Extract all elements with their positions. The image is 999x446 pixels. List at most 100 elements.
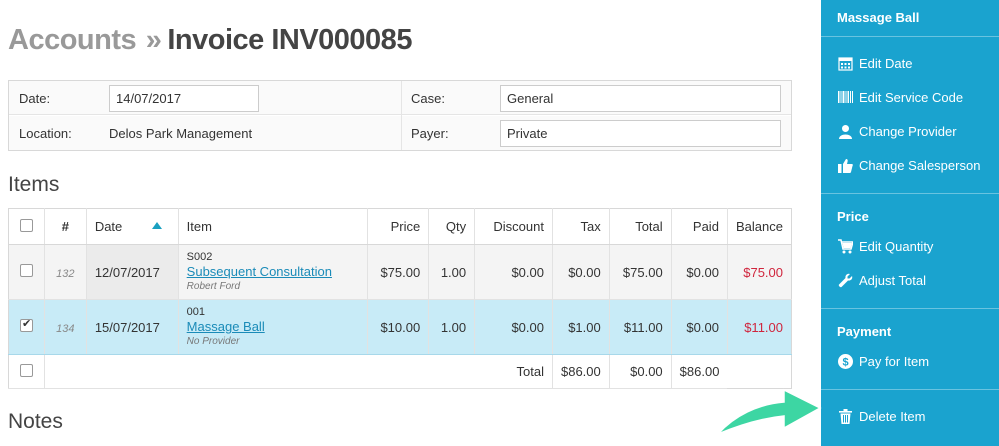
adjust-total-button[interactable]: Adjust Total: [837, 272, 926, 288]
totals-row: Total $86.00 $0.00 $86.00: [8, 354, 792, 389]
row-balance: $75.00: [726, 244, 792, 300]
select-all-header: [8, 208, 45, 245]
row-paid: $0.00: [670, 299, 728, 355]
edit-quantity-button[interactable]: Edit Quantity: [837, 238, 933, 254]
thumbs-up-icon: [837, 157, 853, 173]
col-balance-header[interactable]: Balance: [726, 208, 792, 245]
row-date: 15/07/2017: [85, 299, 179, 355]
date-field[interactable]: [109, 85, 259, 112]
edit-date-label: Edit Date: [859, 55, 913, 71]
row-qty: 1.00: [428, 244, 475, 300]
col-qty-header[interactable]: Qty: [428, 208, 475, 245]
edit-quantity-label: Edit Quantity: [859, 238, 934, 254]
user-icon: [837, 123, 853, 139]
price-heading: Price: [837, 209, 869, 224]
row-total: $11.00: [608, 299, 672, 355]
col-discount-header[interactable]: Discount: [474, 208, 553, 245]
edit-service-code-label: Edit Service Code: [859, 89, 964, 105]
payment-heading: Payment: [837, 324, 892, 339]
svg-text:$: $: [842, 356, 848, 368]
row-qty: 1.00: [428, 299, 475, 355]
delete-item-button[interactable]: Delete Item: [837, 408, 925, 424]
row-number-cell: 134: [43, 299, 87, 355]
totals-checkbox[interactable]: [19, 363, 33, 377]
table-row[interactable]: 132 12/07/2017 S002 Subsequent Consultat…: [8, 244, 792, 300]
row-balance: $11.00: [726, 299, 792, 355]
case-field[interactable]: [500, 85, 781, 112]
row-price: $75.00: [367, 244, 429, 300]
calendar-icon: [837, 55, 853, 71]
item-code: S002: [186, 251, 213, 263]
row-checkbox-checked[interactable]: [19, 317, 33, 332]
sort-ascending-icon: [151, 222, 162, 229]
row-select-cell: [8, 299, 45, 355]
dollar-icon: $: [837, 353, 853, 369]
sidebar-divider: [821, 308, 999, 309]
sidebar-title: Massage Ball: [837, 10, 920, 25]
page-title: Accounts » Invoice INV000085: [8, 24, 412, 57]
barcode-icon: [837, 89, 853, 105]
change-provider-label: Change Provider: [859, 123, 957, 139]
breadcrumb-accounts[interactable]: Accounts: [8, 24, 137, 56]
adjust-total-label: Adjust Total: [859, 272, 926, 288]
date-label: Date:: [19, 91, 51, 106]
change-salesperson-label: Change Salesperson: [859, 157, 981, 173]
items-table: # Date Item Price Qty Discount Tax Total…: [8, 208, 792, 389]
edit-service-code-button[interactable]: Edit Service Code: [837, 89, 963, 105]
col-num-header[interactable]: #: [43, 208, 87, 245]
payer-label: Payer:: [411, 126, 449, 141]
sidebar-divider: [821, 193, 999, 194]
col-price-header[interactable]: Price: [367, 208, 429, 245]
table-row-selected[interactable]: 134 15/07/2017 001 Massage Ball No Provi…: [8, 299, 792, 355]
change-provider-button[interactable]: Change Provider: [837, 123, 957, 139]
col-date-header[interactable]: Date: [85, 208, 179, 245]
cart-icon: [837, 238, 853, 254]
row-tax: $1.00: [551, 299, 610, 355]
case-label: Case:: [411, 91, 445, 106]
row-number: 134: [56, 322, 75, 335]
row-item-cell: S002 Subsequent Consultation Robert Ford: [177, 244, 368, 300]
row-select-cell: [8, 244, 45, 300]
row-paid: $0.00: [670, 244, 728, 300]
totals-total: $86.00: [551, 354, 610, 389]
location-value: Delos Park Management: [109, 126, 253, 141]
totals-label: Total: [43, 354, 553, 389]
col-total-header[interactable]: Total: [608, 208, 672, 245]
row-price: $10.00: [367, 299, 429, 355]
item-link[interactable]: Subsequent Consultation: [187, 264, 360, 280]
payer-field[interactable]: [500, 120, 781, 147]
item-link[interactable]: Massage Ball: [187, 319, 360, 335]
col-item-header[interactable]: Item: [177, 208, 368, 245]
pay-for-item-label: Pay for Item: [859, 353, 930, 369]
row-discount: $0.00: [474, 244, 553, 300]
item-provider: Robert Ford: [186, 281, 241, 292]
row-item-cell: 001 Massage Ball No Provider: [177, 299, 368, 355]
item-provider: No Provider: [186, 336, 240, 347]
col-date-label: Date: [94, 219, 123, 234]
row-checkbox[interactable]: [19, 264, 33, 277]
breadcrumb-separator: »: [145, 24, 162, 56]
edit-date-button[interactable]: Edit Date: [837, 55, 912, 71]
invoice-info-panel: Date: Case: Location: Delos Park Managem…: [8, 80, 792, 151]
delete-item-label: Delete Item: [859, 408, 926, 424]
col-paid-header[interactable]: Paid: [670, 208, 728, 245]
select-all-checkbox[interactable]: [19, 218, 33, 232]
invoice-title: Invoice INV000085: [167, 24, 412, 56]
notes-heading: Notes: [8, 410, 63, 433]
item-code: 001: [186, 306, 206, 318]
info-divider: [401, 81, 402, 150]
table-header-row: # Date Item Price Qty Discount Tax Total…: [8, 208, 792, 245]
totals-balance: $86.00: [670, 354, 728, 389]
sidebar-divider: [821, 36, 999, 37]
info-row-date-case: Date: Case:: [9, 81, 791, 115]
wrench-icon: [837, 272, 853, 288]
items-heading: Items: [8, 173, 60, 196]
row-date: 12/07/2017: [85, 244, 179, 300]
col-tax-header[interactable]: Tax: [551, 208, 610, 245]
row-discount: $0.00: [474, 299, 553, 355]
trash-icon: [837, 408, 853, 424]
change-salesperson-button[interactable]: Change Salesperson: [837, 157, 980, 173]
location-label: Location:: [19, 126, 72, 141]
row-total: $75.00: [608, 244, 672, 300]
pay-for-item-button[interactable]: $ Pay for Item: [837, 353, 929, 369]
